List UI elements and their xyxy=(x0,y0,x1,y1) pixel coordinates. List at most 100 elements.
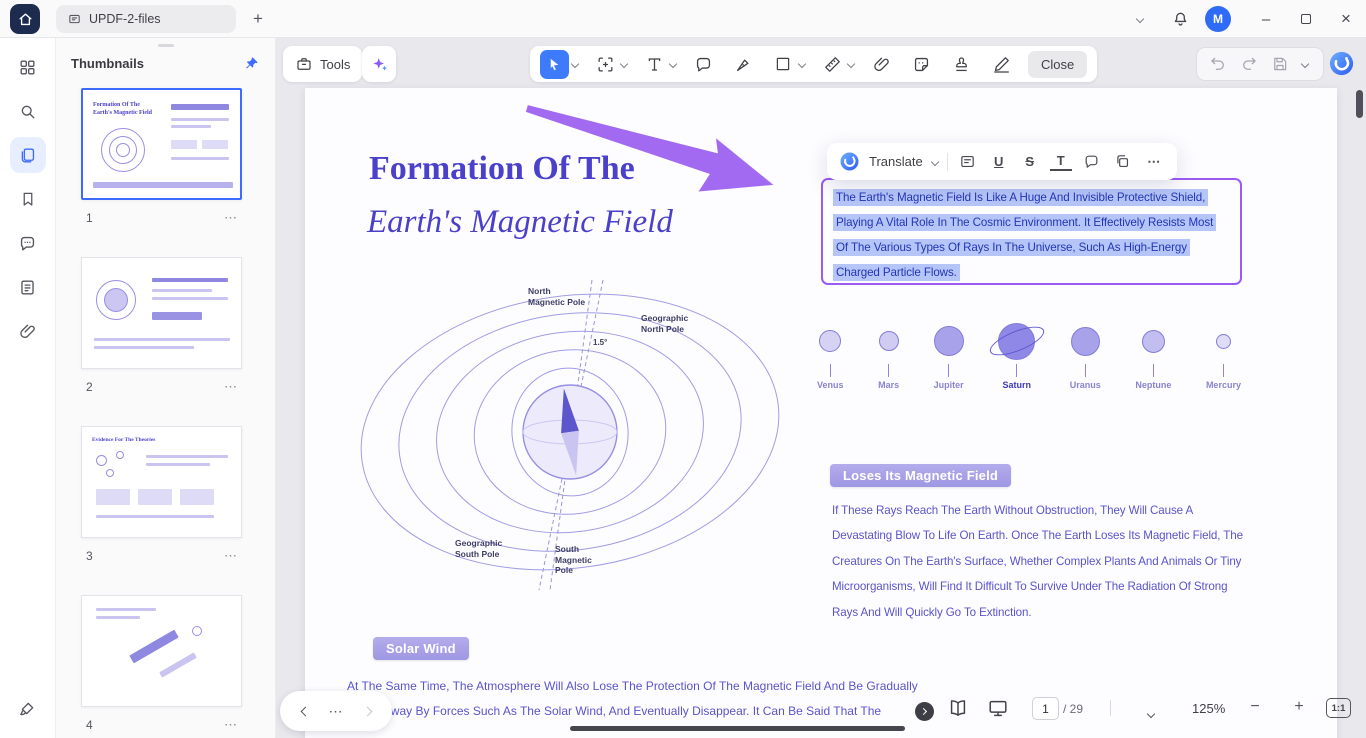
stamp-tool-button[interactable] xyxy=(948,49,974,79)
nav-attachments-button[interactable] xyxy=(10,313,46,349)
sketch-bar xyxy=(159,652,197,677)
nav-signature-button[interactable] xyxy=(10,690,46,726)
updf-logo[interactable] xyxy=(1328,50,1355,77)
shape-tool[interactable] xyxy=(770,49,805,79)
comment-icon[interactable] xyxy=(1081,151,1103,173)
badge-loses-magnetic-field[interactable]: Loses Its Magnetic Field xyxy=(830,464,1011,487)
text-tool[interactable] xyxy=(641,49,676,79)
selection-box[interactable]: The Earth's Magnetic Field Is Like A Hug… xyxy=(821,178,1242,285)
doc-title-line2[interactable]: Earth's Magnetic Field xyxy=(367,204,673,240)
thumbnail-more-button[interactable]: ⋯ xyxy=(224,717,237,733)
user-avatar[interactable]: M xyxy=(1205,6,1231,32)
selected-text-line[interactable]: Of The Various Types Of Rays In The Univ… xyxy=(833,235,1216,260)
ai-assistant-button[interactable] xyxy=(362,46,396,82)
nav-thumbnails-button[interactable] xyxy=(10,137,46,173)
chevron-down-icon[interactable] xyxy=(1301,60,1309,68)
document-page[interactable]: Formation Of The Earth's Magnetic Field xyxy=(305,88,1337,738)
document-tab[interactable]: UPDF-2-files xyxy=(56,5,236,33)
zoom-in-button[interactable]: + xyxy=(1288,696,1310,718)
zoom-out-button[interactable]: − xyxy=(1244,696,1266,718)
sticker-tool-button[interactable] xyxy=(908,49,934,79)
doc-text-line[interactable]: Swept Away By Forces Such As The Solar W… xyxy=(347,704,881,718)
new-tab-button[interactable]: + xyxy=(246,7,270,31)
page-thumbnail-3[interactable]: Evidence For The Theories xyxy=(81,426,242,538)
doc-text-line[interactable]: At The Same Time, The Atmosphere Will Al… xyxy=(347,679,918,693)
more-icon[interactable]: ⋯ xyxy=(1143,151,1165,173)
actual-size-button[interactable]: 1:1 xyxy=(1326,698,1351,718)
tools-button[interactable]: Tools xyxy=(283,46,362,82)
thumbnail-more-button[interactable]: ⋯ xyxy=(224,548,237,564)
page-thumbnail-4[interactable] xyxy=(81,595,242,707)
page-fit-dropdown-button[interactable] xyxy=(1148,704,1154,722)
home-button[interactable] xyxy=(10,4,40,34)
minimize-button[interactable]: – xyxy=(1248,0,1284,38)
chevron-down-icon[interactable] xyxy=(930,157,938,165)
notifications-button[interactable] xyxy=(1168,0,1192,38)
nav-summary-button[interactable] xyxy=(10,269,46,305)
underline-icon[interactable]: U xyxy=(988,151,1010,173)
ai-sparkle-icon xyxy=(370,55,389,74)
select-tool-button[interactable] xyxy=(540,50,569,79)
close-button[interactable]: Close xyxy=(1028,51,1087,78)
pin-icon[interactable] xyxy=(243,55,260,72)
close-window-button[interactable]: × xyxy=(1328,0,1364,38)
pages-icon xyxy=(18,146,37,165)
selected-text-line[interactable]: Charged Particle Flows. xyxy=(833,260,1216,285)
selected-text-line[interactable]: The Earth's Magnetic Field Is Like A Hug… xyxy=(833,185,1216,210)
slideshow-button[interactable] xyxy=(987,697,1009,719)
comment-tool-button[interactable] xyxy=(690,49,716,79)
page-thumbnail-2[interactable] xyxy=(81,257,242,369)
undo-button[interactable] xyxy=(1209,55,1227,73)
page-thumbnail-1[interactable]: Formation Of The Earth's Magnetic Field xyxy=(81,88,242,200)
maximize-button[interactable] xyxy=(1288,0,1324,38)
page-nav-more-button[interactable]: ⋯ xyxy=(329,703,344,720)
sketch-bar xyxy=(171,140,197,149)
translate-label[interactable]: Translate xyxy=(869,154,923,169)
nav-bookmarks-button[interactable] xyxy=(10,181,46,217)
thumbnail-more-button[interactable]: ⋯ xyxy=(224,210,237,226)
sketch-circle xyxy=(106,469,114,477)
planet-label: Jupiter xyxy=(934,380,964,390)
measure-tool[interactable] xyxy=(819,49,854,79)
thumbnail-item: 4 ⋯ xyxy=(81,595,242,738)
sketch-bar xyxy=(146,455,228,458)
redo-button[interactable] xyxy=(1240,55,1258,73)
nav-apps-button[interactable] xyxy=(10,49,46,85)
square-icon xyxy=(770,49,796,79)
page-number: 1 xyxy=(86,211,93,225)
doc-title-line1[interactable]: Formation Of The xyxy=(369,150,635,187)
expand-panel-button[interactable] xyxy=(915,702,934,721)
text-style-icon[interactable]: T xyxy=(1050,153,1072,171)
nav-search-button[interactable] xyxy=(10,93,46,129)
planet-label: Venus xyxy=(817,380,844,390)
selected-text-line[interactable]: Playing A Vital Role In The Cosmic Envir… xyxy=(833,210,1216,235)
nav-comments-button[interactable] xyxy=(10,225,46,261)
next-page-button[interactable] xyxy=(362,706,372,716)
tabs-dropdown-button[interactable] xyxy=(1132,0,1148,38)
doc-paragraph[interactable]: If These Rays Reach The Earth Without Ob… xyxy=(832,498,1244,625)
planet-jupiter: Jupiter xyxy=(934,318,964,390)
attachment-tool-button[interactable] xyxy=(868,49,894,79)
vertical-scrollbar[interactable] xyxy=(1356,90,1363,118)
signature-tool-button[interactable] xyxy=(988,49,1014,79)
search-icon xyxy=(18,102,37,121)
horizontal-scrollbar[interactable] xyxy=(570,726,905,731)
ai-translate-logo[interactable] xyxy=(839,151,860,172)
panel-resize-handle[interactable] xyxy=(158,44,174,47)
page-nav-pill: ⋯ xyxy=(280,691,392,731)
save-button[interactable] xyxy=(1271,55,1289,73)
pen-tool-button[interactable] xyxy=(730,49,756,79)
strikethrough-icon[interactable]: S xyxy=(1019,151,1041,173)
highlight-icon[interactable] xyxy=(957,151,979,173)
zoom-level-label[interactable]: 125% xyxy=(1192,701,1225,716)
chevron-down-icon xyxy=(1136,15,1144,23)
crop-tool[interactable] xyxy=(592,49,627,79)
copy-icon[interactable] xyxy=(1112,151,1134,173)
reader-mode-button[interactable] xyxy=(947,697,969,719)
thumbnail-more-button[interactable]: ⋯ xyxy=(224,379,237,395)
badge-solar-wind[interactable]: Solar Wind xyxy=(373,637,469,660)
previous-page-button[interactable] xyxy=(300,706,310,716)
chevron-down-icon xyxy=(669,60,677,68)
select-tool[interactable] xyxy=(540,50,578,79)
page-number-input[interactable] xyxy=(1032,697,1059,720)
